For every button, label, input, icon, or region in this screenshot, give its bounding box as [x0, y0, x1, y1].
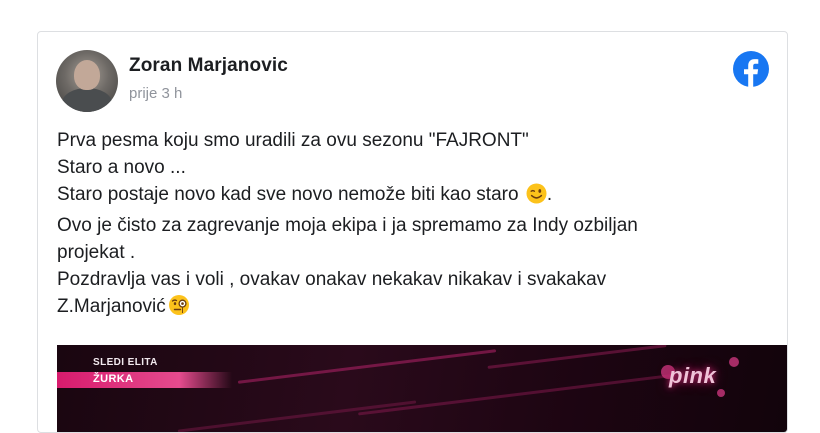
post-signature: Z.Marjanović [57, 296, 166, 317]
logo-splash [729, 357, 739, 367]
background-streak [358, 373, 676, 416]
background-streak [487, 345, 667, 369]
post-line-3-suffix: . [546, 184, 553, 205]
face-with-monocle-emoji-icon [168, 294, 190, 324]
avatar[interactable] [56, 50, 118, 112]
post-text: Prva pesma koju smo uradili za ovu sezon… [57, 127, 777, 324]
post-timestamp[interactable]: prije 3 h [129, 85, 182, 102]
logo-splash [717, 389, 725, 397]
post-line-6: Pozdravlja vas i voli , ovakav onakav ne… [57, 269, 607, 290]
background-streak [177, 400, 417, 432]
post-line-2: Staro a novo ... [57, 157, 186, 178]
winking-face-emoji-icon [526, 183, 547, 212]
author-name[interactable]: Zoran Marjanovic [129, 55, 288, 77]
post-line-3-text: Staro postaje novo kad sve novo nemože b… [57, 184, 519, 205]
post-line-7: Z.Marjanović [57, 293, 777, 324]
tv-show-label: ŽURKA [93, 373, 134, 385]
post-line-5: projekat . [57, 242, 136, 263]
tv-next-label: SLEDI ELITA [93, 357, 158, 368]
avatar-face [74, 60, 100, 90]
avatar-shirt [62, 88, 112, 112]
post-line-3: Staro postaje novo kad sve novo nemože b… [57, 181, 777, 212]
channel-logo: pink [669, 363, 717, 388]
facebook-icon[interactable] [732, 50, 770, 88]
post-line-1: Prva pesma koju smo uradili za ovu sezon… [57, 130, 529, 151]
post-line-4: Ovo je čisto za zagrevanje moja ekipa i … [57, 215, 638, 236]
post-card: Zoran Marjanovic prije 3 h Prva pesma ko… [37, 31, 788, 433]
background-streak [237, 349, 497, 384]
tv-show-bar [57, 372, 232, 388]
